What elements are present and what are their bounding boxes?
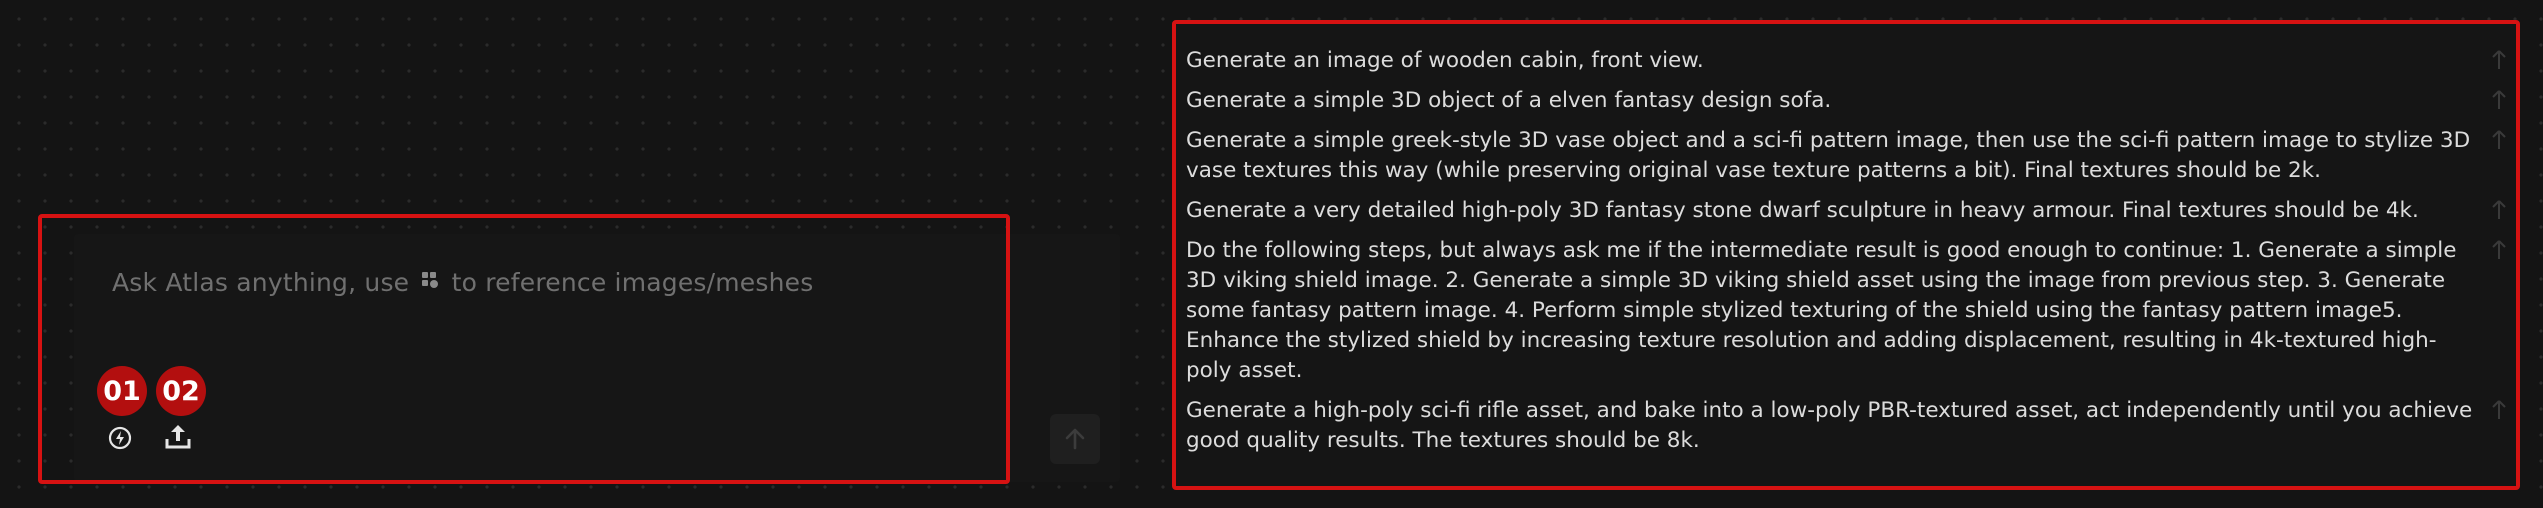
app-canvas: Ask Atlas anything, use to reference ima… (0, 0, 2543, 508)
suggestion-item[interactable]: Generate an image of wooden cabin, front… (1186, 46, 2476, 76)
arrow-up-icon (2492, 90, 2506, 109)
generate-button[interactable] (102, 420, 138, 456)
suggestion-text: Generate a simple 3D object of a elven f… (1186, 88, 1832, 113)
send-button[interactable] (1050, 414, 1100, 464)
reference-icon (422, 272, 439, 288)
suggestion-item[interactable]: Do the following steps, but always ask m… (1186, 236, 2476, 386)
generate-icon (108, 426, 132, 450)
suggestion-text: Generate an image of wooden cabin, front… (1186, 48, 1704, 73)
suggestion-item[interactable]: Generate a simple 3D object of a elven f… (1186, 86, 2476, 116)
suggestion-text: Do the following steps, but always ask m… (1186, 238, 2457, 383)
suggestion-text: Generate a very detailed high-poly 3D fa… (1186, 198, 2419, 223)
badge-02: 02 (156, 366, 206, 416)
placeholder-text-end: to reference images/meshes (451, 268, 814, 297)
suggestion-text: Generate a simple greek-style 3D vase ob… (1186, 128, 2471, 183)
arrow-up-icon (2492, 240, 2506, 259)
arrow-up-icon (2492, 400, 2506, 419)
arrow-up-icon (2492, 130, 2506, 149)
arrow-up-icon (1065, 428, 1085, 450)
suggestion-item[interactable]: Generate a high-poly sci-fi rifle asset,… (1186, 396, 2476, 456)
upload-icon (165, 425, 191, 449)
placeholder-text-start: Ask Atlas anything, use (112, 268, 410, 297)
upload-button[interactable] (160, 418, 196, 454)
suggestion-text: Generate a high-poly sci-fi rifle asset,… (1186, 398, 2473, 453)
badge-01: 01 (97, 366, 147, 416)
arrow-up-icon (2492, 200, 2506, 219)
arrow-up-icon (2492, 50, 2506, 69)
prompt-suggestions-panel: Generate an image of wooden cabin, front… (1172, 20, 2520, 490)
suggestion-item[interactable]: Generate a simple greek-style 3D vase ob… (1186, 126, 2476, 186)
composer-placeholder[interactable]: Ask Atlas anything, use to reference ima… (112, 268, 813, 297)
suggestion-item[interactable]: Generate a very detailed high-poly 3D fa… (1186, 196, 2476, 226)
